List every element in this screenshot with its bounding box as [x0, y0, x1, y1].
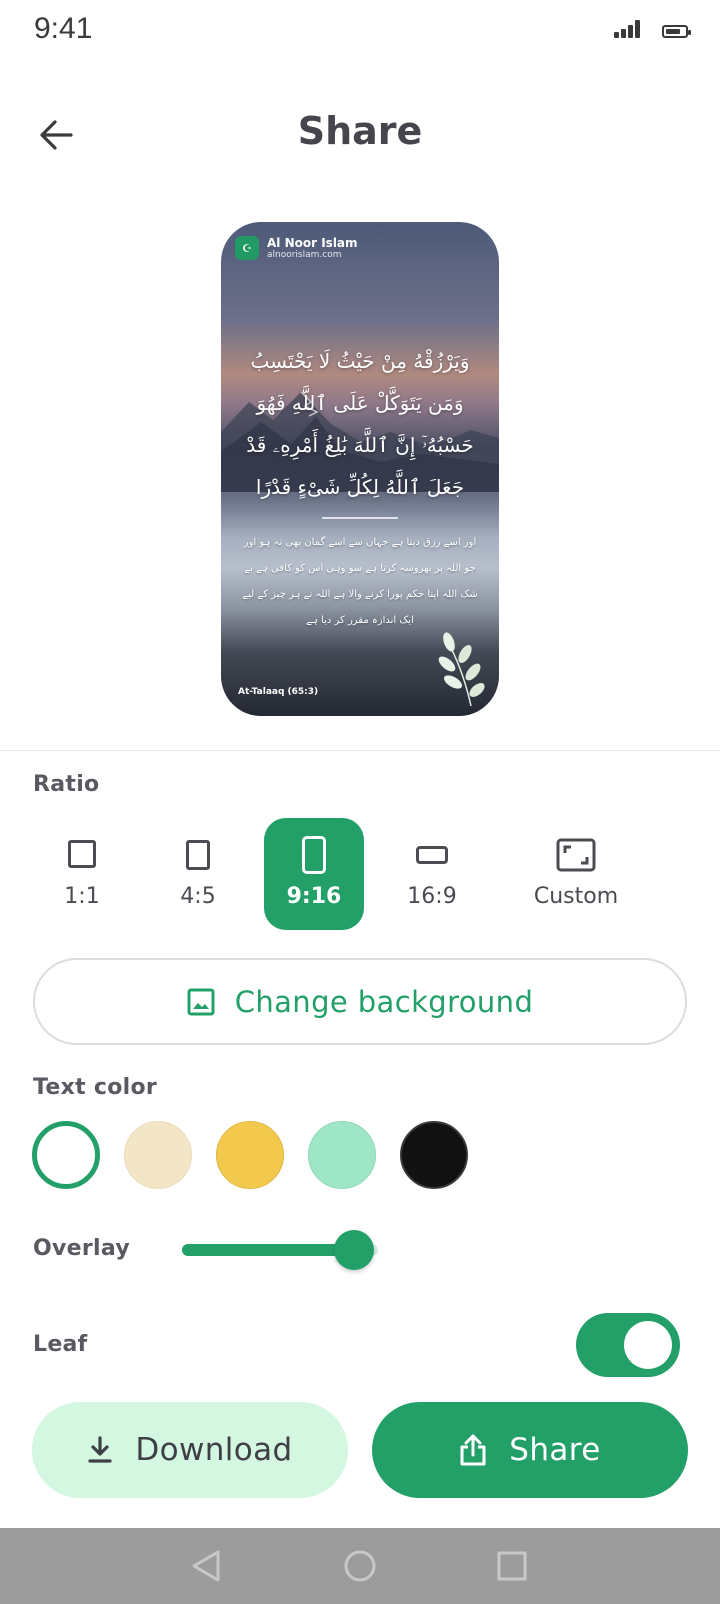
verse-reference: At-Talaaq (65:3) — [238, 687, 319, 697]
system-nav-bar — [0, 1528, 720, 1604]
color-swatch-mint[interactable] — [308, 1121, 376, 1189]
landscape-icon — [416, 846, 448, 864]
color-swatch-yellow[interactable] — [216, 1121, 284, 1189]
overlay-label: Overlay — [33, 1236, 130, 1261]
image-icon — [187, 988, 215, 1015]
share-preview-card: ☪ Al Noor Islam alnoorislam.com وَيَرْزُ… — [221, 222, 499, 716]
brand-logo-icon: ☪ — [235, 236, 259, 260]
brand-url: alnoorislam.com — [267, 249, 342, 260]
change-background-label: Change background — [234, 984, 534, 1019]
overlay-slider-fill — [182, 1244, 354, 1256]
share-label: Share — [509, 1432, 601, 1468]
signal-icon — [614, 20, 642, 38]
urdu-translation: اور اسے رزق دیتا ہے جہاں سے اسے گمان بھی… — [242, 537, 478, 626]
nav-recents-button[interactable] — [492, 1546, 532, 1586]
nav-back-button[interactable] — [186, 1546, 226, 1586]
ratio-label-1-1: 1:1 — [64, 884, 100, 909]
status-time: 9:41 — [34, 12, 93, 45]
page-title: Share — [297, 109, 423, 153]
nav-home-button[interactable] — [340, 1546, 380, 1586]
ratio-option-9-16[interactable]: 9:16 — [264, 818, 364, 930]
brand-header: ☪ Al Noor Islam alnoorislam.com — [235, 236, 358, 260]
download-button[interactable]: Download — [32, 1402, 348, 1498]
change-background-button[interactable]: Change background — [33, 958, 687, 1045]
status-bar: 9:41 — [0, 0, 720, 60]
share-button[interactable]: Share — [372, 1402, 688, 1498]
ratio-option-custom[interactable]: Custom — [516, 818, 636, 930]
overlay-slider-thumb[interactable] — [334, 1230, 374, 1270]
download-icon — [88, 1436, 112, 1463]
header: Share — [0, 95, 720, 175]
ratio-option-4-5[interactable]: 4:5 — [148, 818, 248, 930]
square-icon — [68, 840, 96, 868]
download-label: Download — [135, 1432, 293, 1468]
ratio-option-16-9[interactable]: 16:9 — [382, 818, 482, 930]
custom-crop-icon — [556, 838, 596, 872]
nav-recents-icon — [497, 1551, 527, 1581]
nav-home-icon — [344, 1550, 376, 1582]
overlay-slider[interactable] — [182, 1230, 378, 1270]
battery-icon — [662, 25, 691, 38]
leaf-toggle[interactable] — [576, 1313, 680, 1377]
verse-divider — [322, 517, 398, 519]
ratio-option-1-1[interactable]: 1:1 — [32, 818, 132, 930]
ratio-label: Ratio — [33, 772, 100, 797]
text-color-label: Text color — [33, 1075, 158, 1100]
ratio-label-4-5: 4:5 — [180, 884, 216, 909]
phone-icon — [302, 836, 326, 874]
color-swatch-black[interactable] — [400, 1121, 468, 1189]
leaf-icon — [438, 632, 485, 707]
share-icon — [460, 1434, 486, 1466]
arabic-verse: وَيَرْزُقْهُ مِنْ حَيْثُ لَا يَحْتَسِبُ … — [246, 349, 474, 499]
portrait-icon — [186, 840, 210, 870]
leaf-label: Leaf — [33, 1332, 88, 1357]
color-swatch-cream[interactable] — [124, 1121, 192, 1189]
nav-back-icon — [192, 1550, 220, 1582]
ratio-label-custom: Custom — [533, 884, 619, 909]
sheet-divider — [0, 750, 720, 751]
color-swatch-white[interactable] — [32, 1121, 100, 1189]
ratio-label-16-9: 16:9 — [407, 884, 457, 909]
leaf-toggle-knob — [624, 1321, 672, 1369]
brand-name: Al Noor Islam — [267, 235, 358, 250]
ratio-label-9-16: 9:16 — [286, 884, 342, 909]
